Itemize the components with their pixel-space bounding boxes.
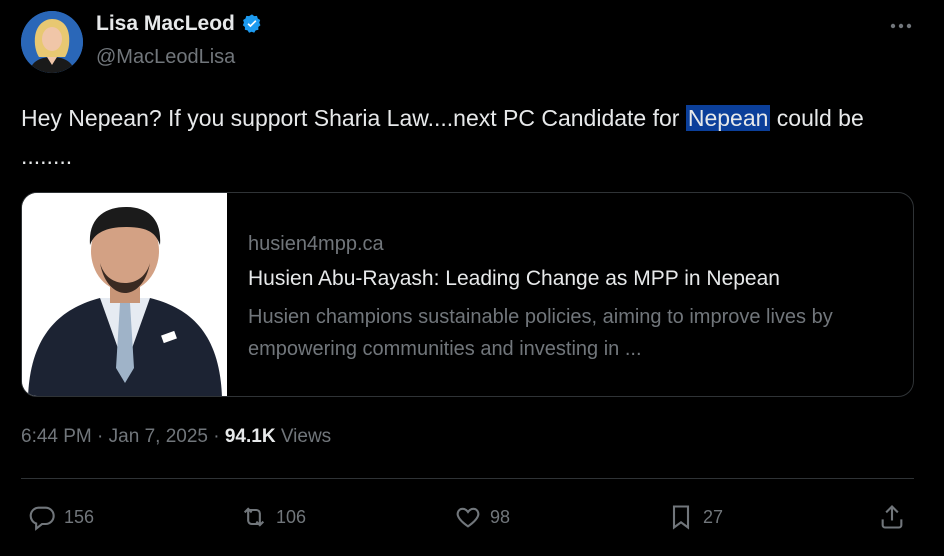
repost-button[interactable]: 106	[240, 503, 306, 531]
repost-icon	[243, 507, 265, 527]
reply-icon	[29, 506, 55, 531]
bookmark-icon	[672, 505, 690, 530]
bookmark-count: 27	[703, 506, 724, 527]
meta-separator: ·	[91, 426, 109, 447]
like-button[interactable]: 98	[454, 503, 510, 531]
heart-icon	[456, 507, 480, 528]
share-button[interactable]	[878, 503, 906, 531]
reply-count: 156	[64, 506, 95, 527]
tweet-text-before: Hey Nepean? If you support Sharia Law...…	[21, 105, 686, 131]
tweet-text-highlight: Nepean	[685, 105, 771, 131]
tweet-meta: 6:44 PM · Jan 7, 2025 · 94.1K Views	[21, 426, 331, 448]
more-options-icon[interactable]	[888, 14, 914, 38]
link-card-image[interactable]	[22, 193, 227, 396]
link-card-title[interactable]: Husien Abu-Rayash: Leading Change as MPP…	[248, 267, 780, 291]
views-label: Views	[275, 426, 332, 447]
tweet-text: Hey Nepean? If you support Sharia Law...…	[21, 99, 921, 175]
verified-badge-icon	[242, 14, 261, 33]
author-name[interactable]: Lisa MacLeod	[96, 12, 263, 36]
repost-count: 106	[276, 506, 307, 527]
divider	[21, 478, 914, 479]
share-icon	[881, 505, 903, 529]
link-card-domain[interactable]: husien4mpp.ca	[248, 233, 384, 256]
views-count: 94.1K	[224, 426, 276, 447]
link-card[interactable]: husien4mpp.ca Husien Abu-Rayash: Leading…	[21, 192, 914, 397]
link-card-description: Husien champions sustainable policies, a…	[248, 306, 833, 360]
author-handle[interactable]: @MacLeodLisa	[96, 46, 235, 69]
tweet-time[interactable]: 6:44 PM	[21, 426, 92, 447]
meta-separator-2: ·	[207, 426, 225, 447]
bookmark-button[interactable]: 27	[667, 503, 723, 531]
tweet-date[interactable]: Jan 7, 2025	[109, 426, 208, 447]
author-name-text[interactable]: Lisa MacLeod	[96, 12, 235, 36]
like-count: 98	[490, 506, 511, 527]
reply-button[interactable]: 156	[28, 503, 94, 531]
author-avatar[interactable]	[21, 11, 83, 73]
